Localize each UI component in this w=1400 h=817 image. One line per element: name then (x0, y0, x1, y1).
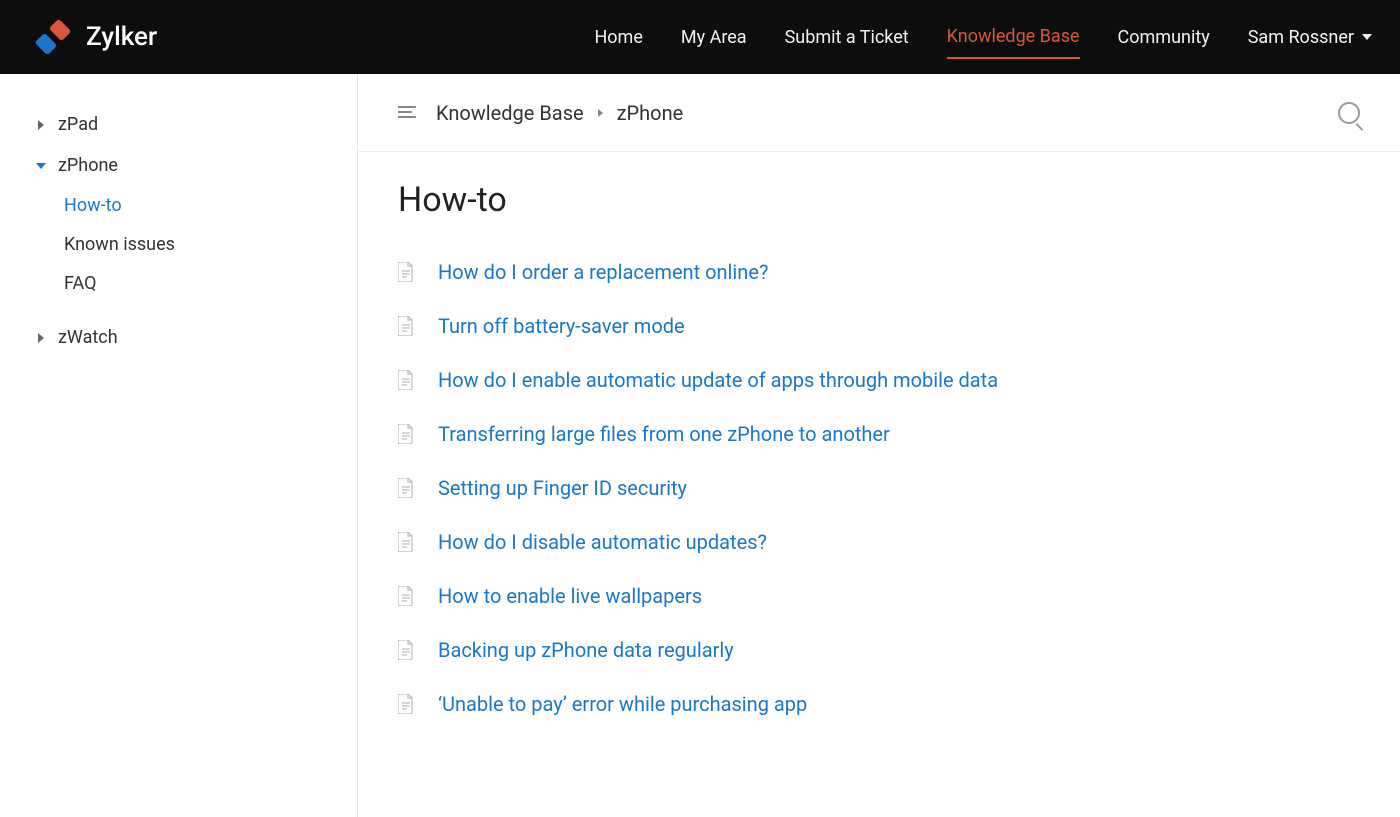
brand-logo-icon (30, 14, 76, 60)
page-title: How-to (398, 180, 1360, 220)
chevron-down-icon (36, 161, 46, 171)
sidebar-item-faq[interactable]: FAQ (64, 264, 357, 303)
breadcrumb-zphone[interactable]: zPhone (617, 101, 684, 125)
main-header: Zylker Home My Area Submit a Ticket Know… (0, 0, 1400, 74)
article-title: How do I enable automatic update of apps… (438, 368, 998, 392)
brand-name: Zylker (86, 22, 157, 52)
chevron-right-icon (598, 109, 603, 117)
breadcrumb: Knowledge Base zPhone (436, 101, 683, 125)
article-item[interactable]: Turn off battery-saver mode (398, 314, 1360, 338)
article-title: How do I order a replacement online? (438, 260, 768, 284)
article-item[interactable]: How to enable live wallpapers (398, 584, 1360, 608)
nav-knowledge-base[interactable]: Knowledge Base (947, 16, 1080, 59)
article-title: Backing up zPhone data regularly (438, 638, 734, 662)
article-item[interactable]: How do I enable automatic update of apps… (398, 368, 1360, 392)
content-topbar: Knowledge Base zPhone (358, 74, 1400, 152)
user-menu[interactable]: Sam Rossner (1248, 27, 1372, 48)
user-name: Sam Rossner (1248, 27, 1354, 48)
nav-submit-ticket[interactable]: Submit a Ticket (785, 17, 909, 58)
category-sidebar: zPad zPhone How-to Known issues FAQ zWat… (0, 74, 358, 817)
document-icon (398, 586, 414, 606)
sidebar-item-label: zPad (58, 114, 98, 135)
article-title: How to enable live wallpapers (438, 584, 702, 608)
document-icon (398, 694, 414, 714)
document-icon (398, 640, 414, 660)
article-item[interactable]: How do I disable automatic updates? (398, 530, 1360, 554)
nav-home[interactable]: Home (594, 17, 642, 58)
nav-community[interactable]: Community (1118, 17, 1210, 58)
document-icon (398, 478, 414, 498)
article-list: How do I order a replacement online? Tur… (398, 260, 1360, 716)
breadcrumb-knowledge-base[interactable]: Knowledge Base (436, 101, 584, 125)
search-icon (1338, 102, 1360, 124)
sidebar-item-zpad[interactable]: zPad (36, 104, 357, 145)
chevron-right-icon (36, 333, 46, 343)
brand-logo[interactable]: Zylker (30, 14, 157, 60)
document-icon (398, 424, 414, 444)
sidebar-item-label: zPhone (58, 155, 118, 176)
primary-nav: Home My Area Submit a Ticket Knowledge B… (594, 16, 1372, 59)
sidebar-item-label: zWatch (58, 327, 118, 348)
article-item[interactable]: Backing up zPhone data regularly (398, 638, 1360, 662)
article-title: ‘Unable to pay’ error while purchasing a… (438, 692, 807, 716)
chevron-down-icon (1362, 34, 1372, 40)
sidebar-item-zwatch[interactable]: zWatch (36, 317, 357, 358)
sidebar-item-zphone[interactable]: zPhone (36, 145, 357, 186)
sidebar-subitems-zphone: How-to Known issues FAQ (36, 186, 357, 303)
document-icon (398, 262, 414, 282)
article-item[interactable]: How do I order a replacement online? (398, 260, 1360, 284)
document-icon (398, 316, 414, 336)
article-item[interactable]: Setting up Finger ID security (398, 476, 1360, 500)
sidebar-item-howto[interactable]: How-to (64, 186, 357, 225)
document-icon (398, 532, 414, 552)
nav-my-area[interactable]: My Area (681, 17, 747, 58)
article-item[interactable]: ‘Unable to pay’ error while purchasing a… (398, 692, 1360, 716)
article-title: Turn off battery-saver mode (438, 314, 685, 338)
toc-toggle-icon[interactable] (398, 106, 416, 120)
article-title: How do I disable automatic updates? (438, 530, 767, 554)
sidebar-item-known-issues[interactable]: Known issues (64, 225, 357, 264)
article-title: Transferring large files from one zPhone… (438, 422, 890, 446)
article-title: Setting up Finger ID security (438, 476, 687, 500)
main-content: Knowledge Base zPhone How-to How do I or… (358, 74, 1400, 817)
article-item[interactable]: Transferring large files from one zPhone… (398, 422, 1360, 446)
chevron-right-icon (36, 120, 46, 130)
search-button[interactable] (1338, 102, 1360, 124)
document-icon (398, 370, 414, 390)
